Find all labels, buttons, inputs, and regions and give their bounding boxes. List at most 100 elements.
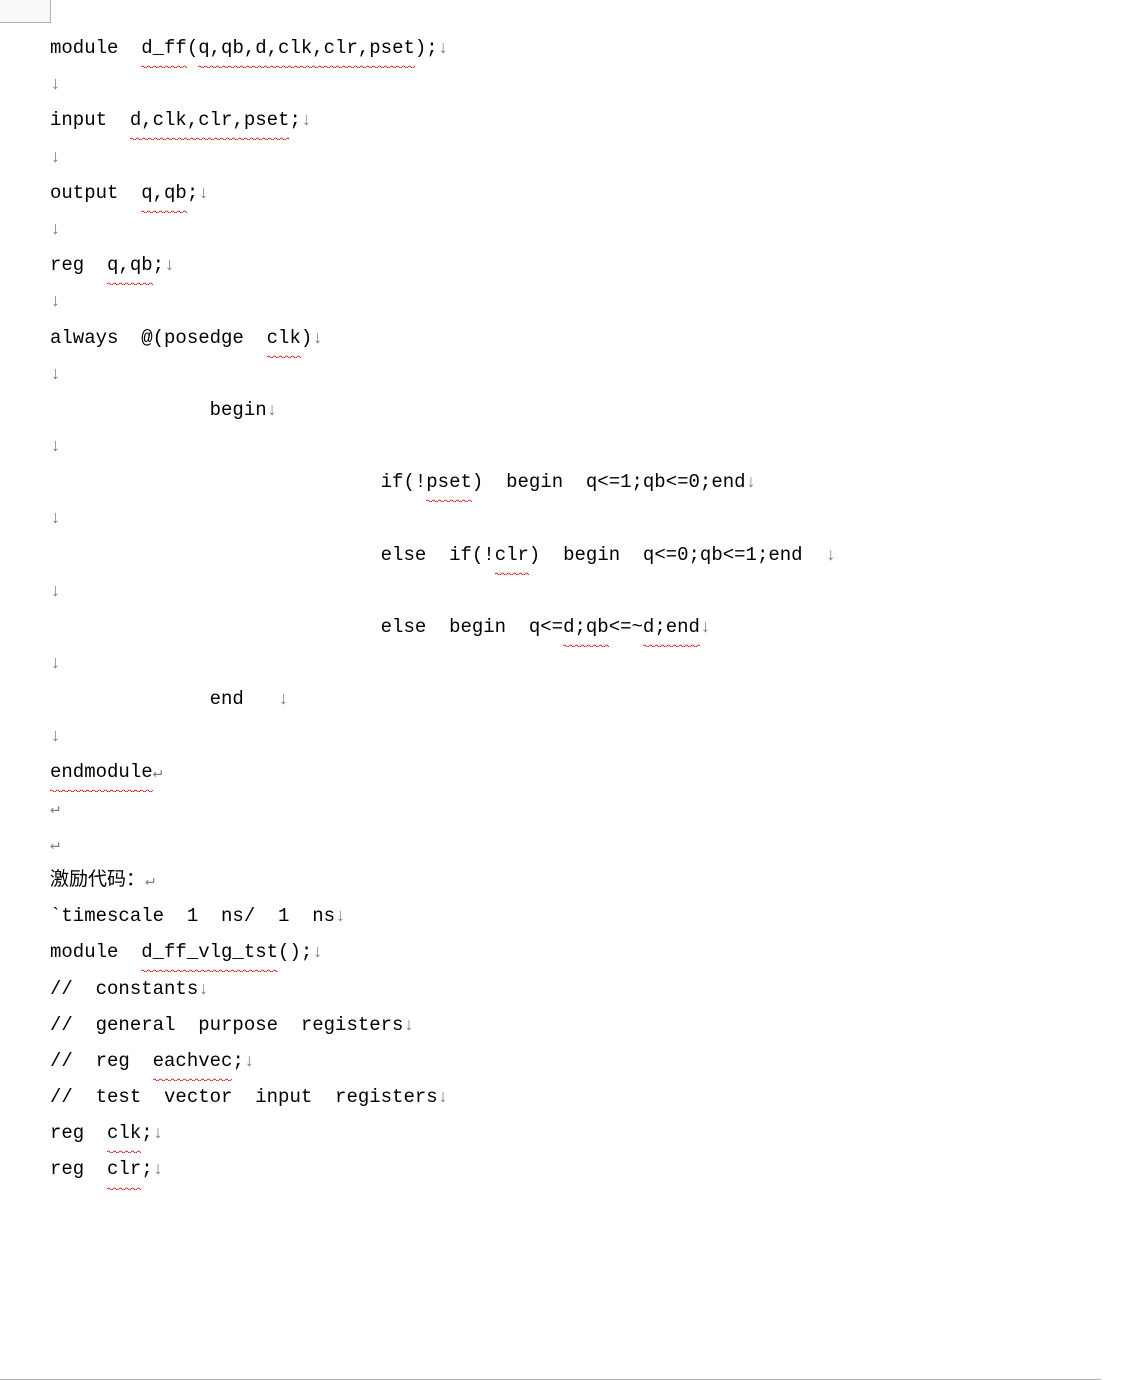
- code-line: // reg eachvec;↓: [50, 1043, 1141, 1079]
- punct: ): [301, 327, 312, 349]
- newline-icon: ↓: [312, 329, 323, 349]
- newline-icon: ↓: [50, 220, 61, 240]
- kw-input: input: [50, 109, 130, 131]
- ident: d;qb: [563, 609, 609, 645]
- newline-icon: ↓: [164, 256, 175, 276]
- comment-cn: 激励代码：: [50, 869, 145, 891]
- code-line: ↵: [50, 790, 1141, 826]
- code-line: // general purpose registers↓: [50, 1007, 1141, 1043]
- code-line: ↓: [50, 500, 1141, 536]
- comment: // general purpose registers: [50, 1014, 403, 1036]
- code-line: ↓: [50, 356, 1141, 392]
- ident: d_ff: [141, 30, 187, 66]
- ident: eachvec: [153, 1043, 233, 1079]
- code-line: begin↓: [50, 392, 1141, 428]
- newline-icon: ↓: [746, 473, 757, 493]
- punct: ();: [278, 941, 312, 963]
- newline-icon: ↓: [267, 401, 278, 421]
- punct: ;: [141, 1158, 152, 1180]
- newline-icon: ↓: [403, 1016, 414, 1036]
- newline-icon: ↓: [198, 184, 209, 204]
- code-line: always @(posedge clk)↓: [50, 320, 1141, 356]
- code-line: // constants↓: [50, 971, 1141, 1007]
- code-line: else if(!clr) begin q<=0;qb<=1;end ↓: [50, 537, 1141, 573]
- ident: q,qb,d,clk,clr,pset: [198, 30, 415, 66]
- comment: // reg: [50, 1050, 153, 1072]
- page-corner: [0, 0, 51, 23]
- comment: // constants: [50, 978, 198, 1000]
- punct: ;: [187, 182, 198, 204]
- newline-icon: ↓: [438, 1088, 449, 1108]
- code-line: endmodule↵: [50, 754, 1141, 790]
- newline-icon: ↓: [198, 980, 209, 1000]
- kw-module: module: [50, 37, 141, 59]
- newline-icon: ↓: [50, 148, 61, 168]
- kw-output: output: [50, 182, 141, 204]
- code-line: `timescale 1 ns/ 1 ns↓: [50, 898, 1141, 934]
- ident: q,qb: [107, 247, 153, 283]
- kw-always: always @(posedge: [50, 327, 267, 349]
- punct: ;: [232, 1050, 243, 1072]
- text: ) begin q<=0;qb<=1;end: [529, 544, 825, 566]
- ident: d_ff_vlg_tst: [141, 934, 278, 970]
- code-line: ↓: [50, 283, 1141, 319]
- text: else begin q<=: [50, 616, 563, 638]
- code-line: // test vector input registers↓: [50, 1079, 1141, 1115]
- newline-icon: ↓: [50, 292, 61, 312]
- code-line: reg clk;↓: [50, 1115, 1141, 1151]
- ident: q,qb: [141, 175, 187, 211]
- newline-icon: ↓: [301, 111, 312, 131]
- newline-icon: ↓: [50, 582, 61, 602]
- newline-icon: ↓: [50, 727, 61, 747]
- ident: clk: [107, 1115, 141, 1151]
- kw-reg: reg: [50, 1122, 107, 1144]
- kw-end: end: [50, 688, 278, 710]
- ident: d,clk,clr,pset: [130, 102, 290, 138]
- code-page: module d_ff(q,qb,d,clk,clr,pset);↓ ↓ inp…: [0, 0, 1141, 1188]
- paragraph-icon: ↵: [145, 872, 155, 890]
- kw-reg: reg: [50, 1158, 107, 1180]
- code-line: ↓: [50, 139, 1141, 175]
- text: `timescale 1 ns/ 1 ns: [50, 905, 335, 927]
- newline-icon: ↓: [50, 509, 61, 529]
- punct: (: [187, 37, 198, 59]
- code-line: ↓: [50, 428, 1141, 464]
- newline-icon: ↓: [438, 39, 449, 59]
- punct: ;: [289, 109, 300, 131]
- document-container: module d_ff(q,qb,d,clk,clr,pset);↓ ↓ inp…: [0, 0, 1141, 1380]
- ident: d;end: [643, 609, 700, 645]
- text: else if(!: [50, 544, 495, 566]
- code-line: reg clr;↓: [50, 1151, 1141, 1187]
- code-line: module d_ff_vlg_tst();↓: [50, 934, 1141, 970]
- code-line: else begin q<=d;qb<=~d;end↓: [50, 609, 1141, 645]
- code-line: ↓: [50, 66, 1141, 102]
- ident: pset: [426, 464, 472, 500]
- newline-icon: ↓: [825, 546, 836, 566]
- newline-icon: ↓: [700, 618, 711, 638]
- newline-icon: ↓: [153, 1160, 164, 1180]
- code-line: if(!pset) begin q<=1;qb<=0;end↓: [50, 464, 1141, 500]
- paragraph-icon: ↵: [50, 836, 60, 854]
- code-line: output q,qb;↓: [50, 175, 1141, 211]
- kw-endmodule: endmodule: [50, 754, 153, 790]
- text: <=~: [609, 616, 643, 638]
- ident: clr: [495, 537, 529, 573]
- newline-icon: ↓: [50, 365, 61, 385]
- punct: );: [415, 37, 438, 59]
- kw-module: module: [50, 941, 141, 963]
- newline-icon: ↓: [244, 1052, 255, 1072]
- comment: // test vector input registers: [50, 1086, 438, 1108]
- code-line: ↓: [50, 211, 1141, 247]
- newline-icon: ↓: [50, 75, 61, 95]
- punct: ;: [141, 1122, 152, 1144]
- code-line: ↓: [50, 645, 1141, 681]
- code-line: ↵: [50, 826, 1141, 862]
- newline-icon: ↓: [312, 943, 323, 963]
- ident: clk: [267, 320, 301, 356]
- code-line: 激励代码：↵: [50, 862, 1141, 898]
- text: if(!: [50, 471, 426, 493]
- newline-icon: ↓: [153, 1124, 164, 1144]
- kw-reg: reg: [50, 254, 107, 276]
- paragraph-icon: ↵: [50, 800, 60, 818]
- code-line: end ↓: [50, 681, 1141, 717]
